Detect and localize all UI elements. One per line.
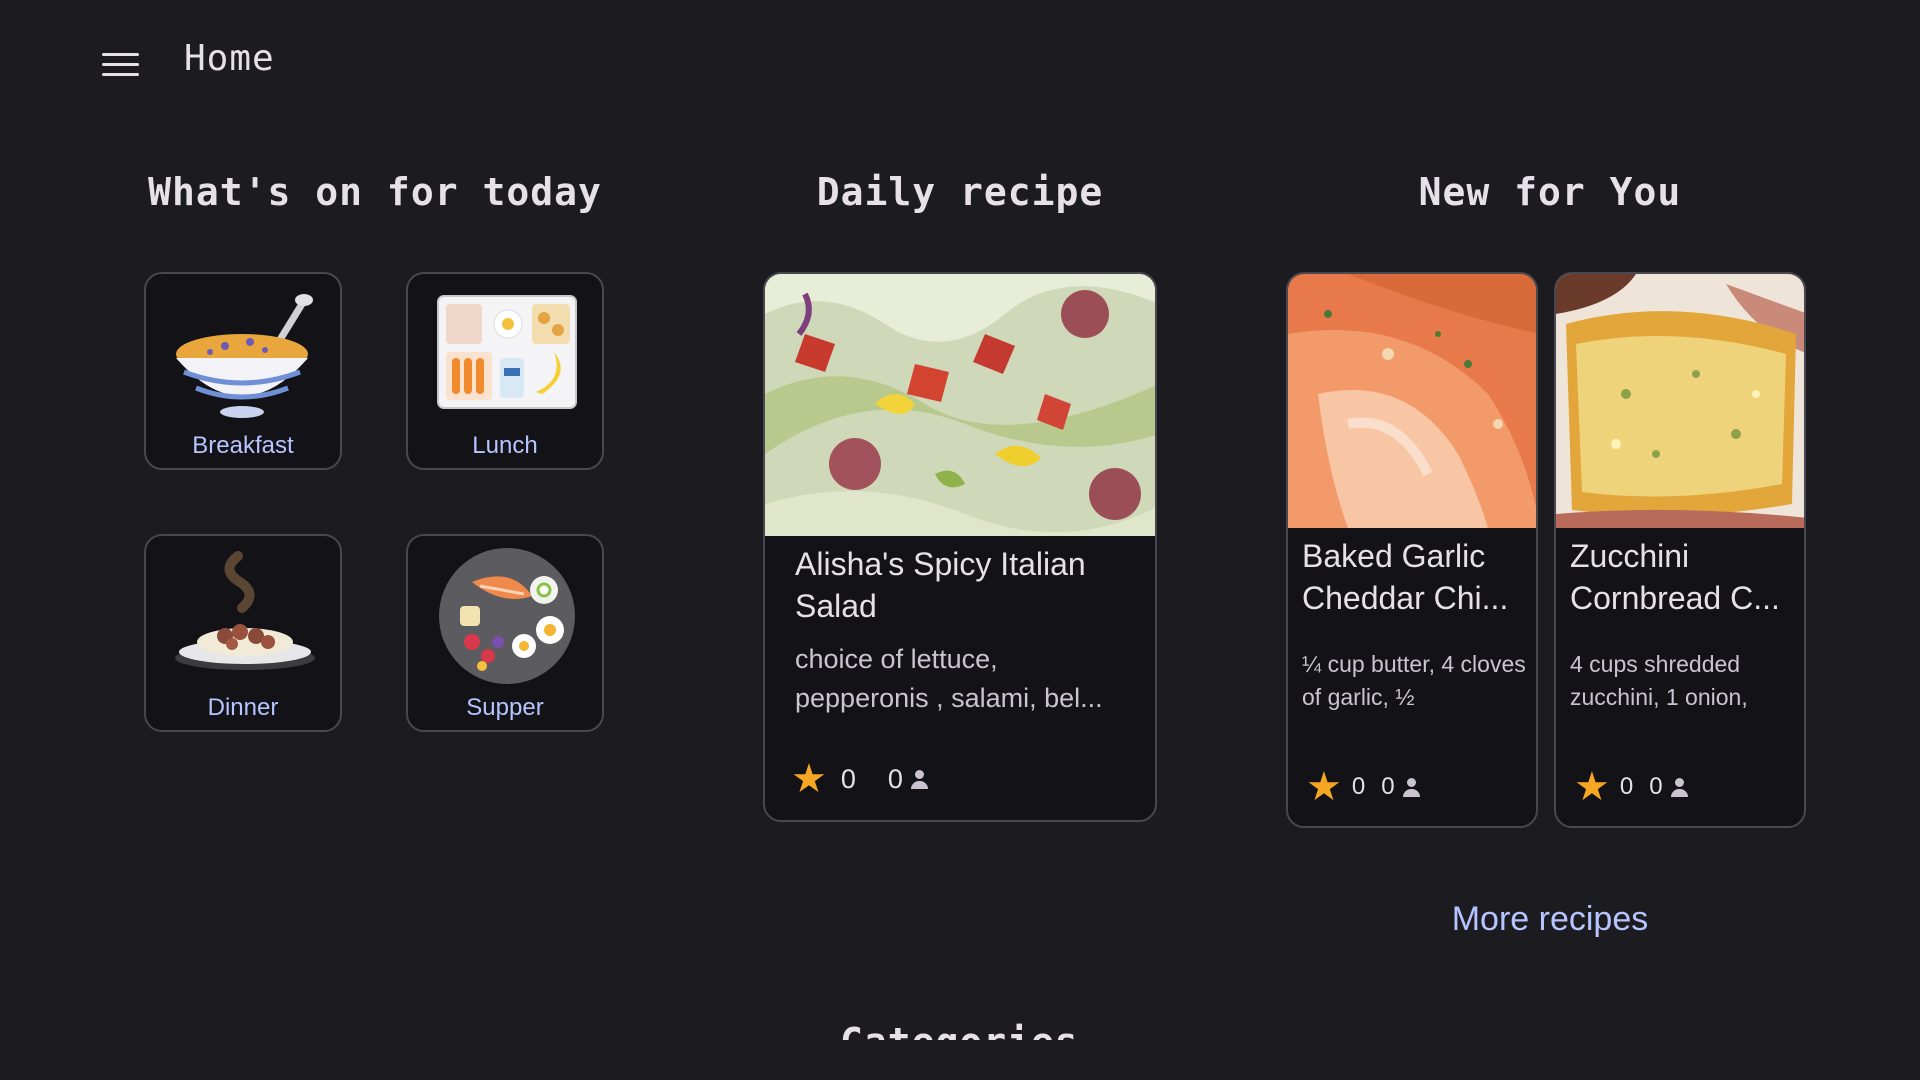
categories-section-peek: Categories [0, 1020, 1920, 1040]
meal-tile-dinner[interactable]: Dinner [144, 534, 342, 732]
daily-recipe-description: choice of lettuce, pepperonis , salami, … [795, 644, 1103, 714]
rating-count: 0 [1351, 773, 1366, 800]
daily-recipe-rating-row: ★ 0 0 [791, 756, 929, 802]
new-recipe-rating-row-1: ★ 0 0 [1306, 764, 1421, 810]
star-icon: ★ [1306, 765, 1342, 809]
rating-count: 0 [1619, 773, 1634, 800]
section-title-categories: Categories [840, 1020, 1079, 1040]
people-count: 0 [887, 763, 903, 794]
section-title-daily: Daily recipe [816, 170, 1104, 214]
new-recipe-description-2: 4 cups shredded zucchini, 1 onion, [1570, 651, 1748, 711]
more-recipes-link[interactable]: More recipes [1420, 900, 1680, 939]
new-recipe-card-2[interactable]: Zucchini Cornbread C... 4 cups shredded … [1554, 272, 1806, 828]
daily-recipe-photo [765, 274, 1155, 536]
meal-label-dinner: Dinner [207, 694, 279, 721]
rating-count: 0 [840, 763, 856, 794]
meal-tile-breakfast[interactable]: Breakfast [144, 272, 342, 470]
section-title-today: What's on for today [148, 170, 602, 214]
new-recipe-photo-2 [1556, 274, 1804, 528]
new-recipe-card-1[interactable]: Baked Garlic Cheddar Chi... ¼ cup butter… [1286, 272, 1538, 828]
page-title: Home [184, 38, 275, 79]
hamburger-menu-icon[interactable] [94, 42, 146, 86]
new-recipe-description-1: ¼ cup butter, 4 cloves of garlic, ½ [1302, 651, 1526, 711]
daily-recipe-title: Alisha's Spicy Italian Salad [795, 546, 1086, 624]
meal-tile-lunch[interactable]: Lunch [406, 272, 604, 470]
meal-tile-supper[interactable]: Supper [406, 534, 604, 732]
person-icon [1401, 777, 1421, 797]
person-icon [909, 769, 929, 789]
section-title-new: New for You [1418, 170, 1682, 214]
top-app-bar: Home [0, 0, 1920, 128]
star-icon: ★ [791, 757, 827, 801]
mixed-plate-icon [432, 546, 582, 686]
new-recipe-title-1: Baked Garlic Cheddar Chi... [1302, 538, 1509, 616]
meal-label-supper: Supper [466, 694, 544, 721]
meal-label-breakfast: Breakfast [192, 432, 294, 459]
pasta-plate-icon [170, 546, 320, 686]
star-icon: ★ [1574, 765, 1610, 809]
cereal-bowl-icon [170, 284, 320, 424]
new-recipe-rating-row-2: ★ 0 0 [1574, 764, 1689, 810]
people-count: 0 [1381, 773, 1395, 800]
new-recipe-title-2: Zucchini Cornbread C... [1570, 538, 1780, 616]
person-icon [1669, 777, 1689, 797]
lunch-tray-icon [432, 284, 582, 424]
daily-recipe-card[interactable]: Alisha's Spicy Italian Salad choice of l… [763, 272, 1157, 822]
new-recipe-photo-1 [1288, 274, 1536, 528]
meal-label-lunch: Lunch [472, 432, 538, 459]
people-count: 0 [1649, 773, 1663, 800]
